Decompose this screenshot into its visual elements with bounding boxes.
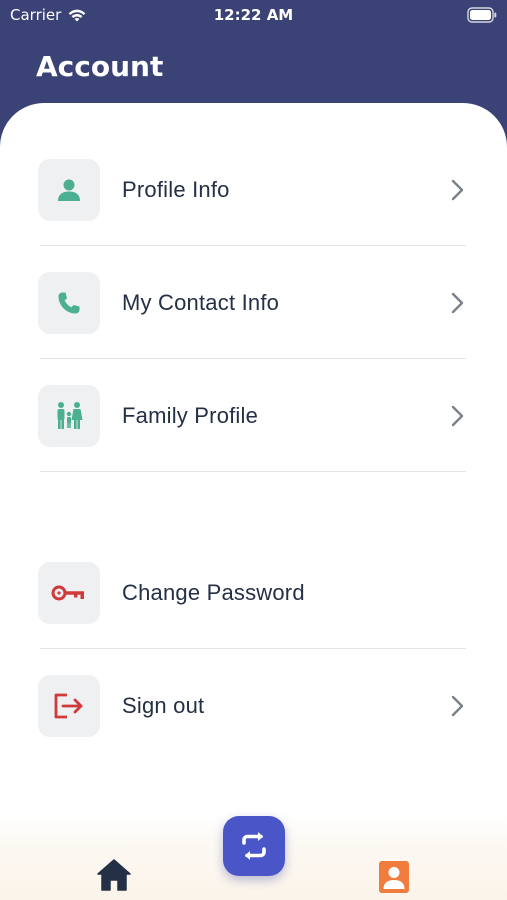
divider	[40, 648, 466, 649]
home-icon[interactable]	[96, 858, 132, 892]
sign-out-icon-tile	[38, 675, 100, 737]
chevron-right-icon	[451, 292, 464, 314]
sync-icon	[242, 832, 266, 860]
divider	[40, 245, 466, 246]
menu-item-change-password[interactable]: Change Password	[38, 561, 468, 625]
change-password-label: Change Password	[122, 580, 305, 605]
divider	[40, 358, 466, 359]
page-title: Account	[36, 50, 164, 83]
profile-contact-icon[interactable]	[378, 860, 410, 894]
chevron-right-icon	[451, 179, 464, 201]
person-icon	[58, 179, 80, 201]
key-icon	[51, 585, 84, 601]
menu-item-contact-info[interactable]: My Contact Info	[38, 271, 468, 335]
family-profile-icon-tile	[38, 385, 100, 447]
profile-info-icon-tile	[38, 159, 100, 221]
phone-icon	[58, 292, 80, 314]
menu-item-profile-info[interactable]: Profile Info	[38, 158, 468, 222]
contact-info-label: My Contact Info	[122, 290, 280, 315]
status-bar: Carrier 12:22 AM	[0, 0, 507, 32]
change-password-icon-tile	[38, 562, 100, 624]
battery-icon	[467, 7, 497, 27]
menu-item-family-profile[interactable]: Family Profile	[38, 384, 468, 448]
divider	[40, 471, 466, 472]
sign-out-icon	[54, 693, 83, 719]
sync-button[interactable]	[223, 816, 285, 876]
sign-out-label: Sign out	[122, 693, 205, 718]
profile-info-label: Profile Info	[122, 177, 230, 202]
menu-item-sign-out[interactable]: Sign out	[38, 674, 468, 738]
family-icon	[57, 402, 83, 429]
family-profile-label: Family Profile	[122, 403, 259, 428]
contact-info-icon-tile	[38, 272, 100, 334]
chevron-right-icon	[451, 695, 464, 717]
chevron-right-icon	[451, 405, 464, 427]
account-menu-sheet	[0, 103, 507, 900]
status-time: 12:22 AM	[213, 6, 294, 24]
